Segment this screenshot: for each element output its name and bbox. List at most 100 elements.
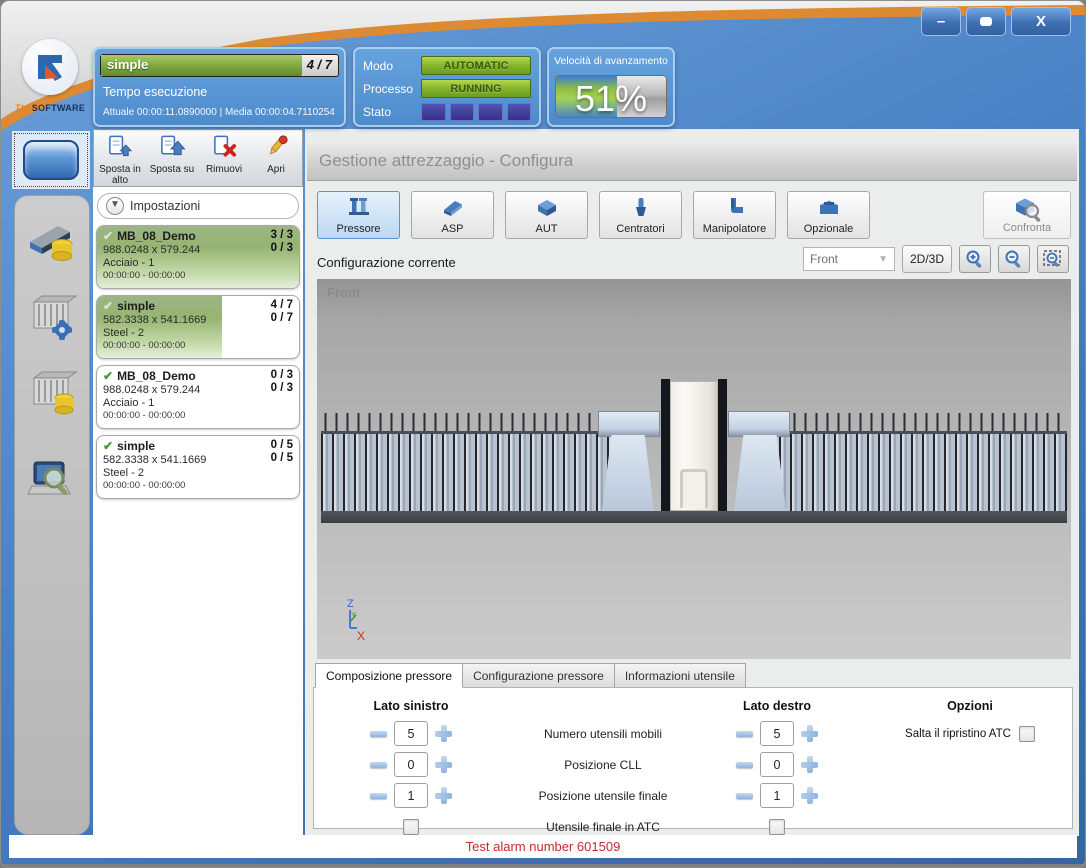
minimize-icon: – [937,13,945,30]
toolbar-button-sposta-in-alto[interactable]: Sposta in alto [94,130,146,186]
stepper-value[interactable]: 1 [760,783,794,808]
processo-label: Processo [363,82,421,96]
job-card-name: MB_08_Demo [117,369,271,383]
diagnostics-icon [24,452,80,508]
page-title: Gestione attrezzaggio - Configura [307,141,1077,181]
confronta-label: Confronta [1003,222,1051,234]
detail-tabs: Composizione pressoreConfigurazione pres… [315,663,745,688]
job-card[interactable]: ✔MB_08_Demo3 / 3 0 / 3988.0248 x 579.244… [96,225,300,289]
job-card-times: 00:00:00 - 00:00:00 [97,340,299,351]
toolbar-button-rimuovi[interactable]: Rimuovi [198,130,250,186]
open-icon [263,133,290,164]
tab-asp[interactable]: ASP [411,191,494,239]
job-time-label: Tempo esecuzione [103,85,207,99]
guide-bar-right [718,379,727,511]
settings-expander[interactable]: ▼ Impostazioni [97,193,299,219]
zoom-fit-icon [1042,249,1064,269]
decrement-icon[interactable] [370,793,387,799]
checkbox-right-atc[interactable] [769,819,785,835]
mode-panel: Modo AUTOMATIC Processo RUNNING Stato [353,47,541,127]
decrement-icon[interactable] [736,731,753,737]
minimize-button[interactable]: – [921,7,961,36]
pressore-config-panel: Lato sinistro501 Numero utensili mobiliP… [313,687,1073,829]
close-button[interactable]: X [1011,7,1071,36]
job-card-counts: 0 / 5 0 / 5 [271,439,293,465]
feed-rate-panel: Velocità di avanzamento 51% [547,47,675,127]
sidebar-item-profile-database[interactable] [24,212,80,268]
checkbox-skip-atc-restore[interactable] [1019,726,1035,742]
decrement-icon[interactable] [736,762,753,768]
increment-icon[interactable] [435,787,452,804]
stepper-left: 5 [370,721,452,746]
detail-tab-composizione-pressore[interactable]: Composizione pressore [315,663,463,688]
zoom-fit-button[interactable] [1037,245,1069,273]
sidebar-item-selected[interactable] [12,131,90,189]
sidebar-item-rack-database[interactable] [24,364,80,420]
tab-centratori[interactable]: Centratori [599,191,682,239]
tool-row-right [768,413,1067,511]
stepper-value[interactable]: 1 [394,783,428,808]
sidebar-item-rack-setup[interactable] [24,288,80,344]
zoom-out-button[interactable] [998,245,1030,273]
combo-arrow-icon: ▼ [878,254,888,265]
job-card[interactable]: ✔simple0 / 5 0 / 5582.3338 x 541.1669Ste… [96,435,300,499]
row-label: Posizione CLL [564,749,641,780]
maximize-button[interactable] [966,7,1006,36]
tab-pressore[interactable]: Pressore [317,191,400,239]
toolbar-button-sposta-su[interactable]: Sposta su [146,130,198,186]
toolbar-button-apri[interactable]: Apri [250,130,302,186]
brand-text: TheSOFTWARE [11,103,89,113]
stepper-right: 5 [736,721,818,746]
job-card-times: 00:00:00 - 00:00:00 [97,270,299,281]
view-2d3d-button[interactable]: 2D/3D [902,245,952,273]
stato-indicator [421,103,531,121]
view-select[interactable]: Front ▼ [803,247,895,271]
stato-label: Stato [363,105,421,119]
increment-icon[interactable] [435,756,452,773]
sidebar [14,195,90,835]
confronta-button[interactable]: Confronta [983,191,1071,239]
job-card-times: 00:00:00 - 00:00:00 [97,480,299,491]
job-card[interactable]: ✔simple4 / 7 0 / 7582.3338 x 541.1669Ste… [96,295,300,359]
tab-manipolatore[interactable]: Manipolatore [693,191,776,239]
close-icon: X [1036,13,1046,30]
job-card-counts: 3 / 3 0 / 3 [271,229,293,255]
column-header-options: Opzioni [947,694,993,718]
stepper-value[interactable]: 5 [760,721,794,746]
increment-icon[interactable] [435,725,452,742]
machine-viewport[interactable]: Front Z Y X [317,279,1071,659]
zoom-in-icon [964,249,986,269]
stepper-value[interactable]: 5 [394,721,428,746]
sidebar-item-diagnostics[interactable] [24,452,80,508]
toolbar-button-label: Rimuovi [206,164,242,175]
view-2d3d-label: 2D/3D [910,252,944,266]
job-card-name: simple [117,439,271,453]
axis-x-label: X [357,629,365,643]
job-card-name: MB_08_Demo [117,229,271,243]
asp-icon [440,196,466,223]
increment-icon[interactable] [801,725,818,742]
chevron-down-icon: ▼ [106,197,124,215]
row-label: Numero utensili mobili [544,718,662,749]
decrement-icon[interactable] [370,762,387,768]
job-card-material: Steel - 2 [97,467,299,479]
tab-aut[interactable]: AUT [505,191,588,239]
stepper-value[interactable]: 0 [760,752,794,777]
stepper-right: 0 [736,752,818,777]
decrement-icon[interactable] [370,731,387,737]
zoom-in-button[interactable] [959,245,991,273]
job-list-panel: Sposta in altoSposta su Rimuovi Apri ▼ Imp… [93,129,303,836]
check-icon: ✔ [103,229,113,243]
column-header-right: Lato destro [743,694,811,718]
detail-tab-informazioni-utensile[interactable]: Informazioni utensile [614,663,746,688]
detail-tab-configurazione-pressore[interactable]: Configurazione pressore [462,663,615,688]
checkbox-left-atc[interactable] [403,819,419,835]
decrement-icon[interactable] [736,793,753,799]
stepper-value[interactable]: 0 [394,752,428,777]
app-logo: TheSOFTWARE [11,39,89,129]
modo-value: AUTOMATIC [421,56,531,75]
tab-opzionale[interactable]: Opzionale [787,191,870,239]
increment-icon[interactable] [801,787,818,804]
job-card[interactable]: ✔MB_08_Demo0 / 3 0 / 3988.0248 x 579.244… [96,365,300,429]
increment-icon[interactable] [801,756,818,773]
